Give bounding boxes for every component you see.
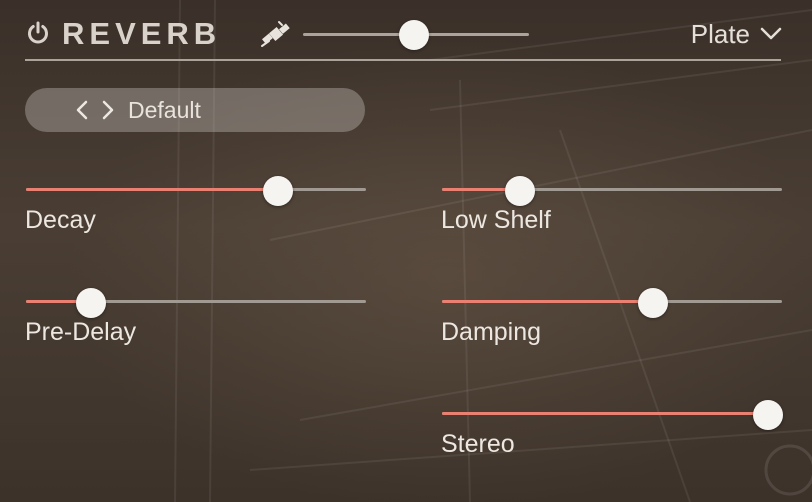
decay-label: Decay <box>25 206 96 234</box>
stereo-slider-fill <box>442 412 769 415</box>
damping-slider-fill <box>442 300 653 303</box>
satellite-icon[interactable] <box>259 19 293 49</box>
mix-slider-thumb[interactable] <box>398 20 429 50</box>
header-divider <box>25 59 781 61</box>
preset-selector[interactable]: Default <box>25 88 365 132</box>
damping-slider-thumb[interactable] <box>637 288 668 318</box>
damping-label: Damping <box>441 318 542 346</box>
decay-slider-thumb[interactable] <box>262 176 293 206</box>
decay-slider-fill <box>26 188 278 191</box>
power-icon[interactable] <box>26 21 50 45</box>
low-shelf-slider-thumb[interactable] <box>505 176 536 206</box>
reverb-panel: REVERB Plate Default Decay Low Shelf Pre… <box>0 0 812 502</box>
reverb-type-value: Plate <box>690 18 750 49</box>
chevron-left-icon[interactable] <box>75 99 89 121</box>
stereo-slider-thumb[interactable] <box>753 400 784 430</box>
preset-name: Default <box>128 97 201 123</box>
pre-delay-label: Pre-Delay <box>25 318 137 346</box>
decay-slider[interactable]: Decay <box>25 176 366 246</box>
stereo-slider[interactable]: Stereo <box>441 400 784 470</box>
module-title: REVERB <box>62 16 222 51</box>
chevron-right-icon[interactable] <box>101 99 115 121</box>
low-shelf-label: Low Shelf <box>441 206 551 234</box>
pre-delay-slider[interactable]: Pre-Delay <box>25 288 366 358</box>
low-shelf-slider[interactable]: Low Shelf <box>441 176 782 246</box>
reverb-type-dropdown[interactable]: Plate <box>691 18 782 50</box>
stereo-label: Stereo <box>441 430 515 458</box>
chevron-down-icon <box>760 27 782 40</box>
damping-slider[interactable]: Damping <box>441 288 782 358</box>
mix-slider[interactable] <box>303 20 529 50</box>
pre-delay-slider-thumb[interactable] <box>75 288 106 318</box>
